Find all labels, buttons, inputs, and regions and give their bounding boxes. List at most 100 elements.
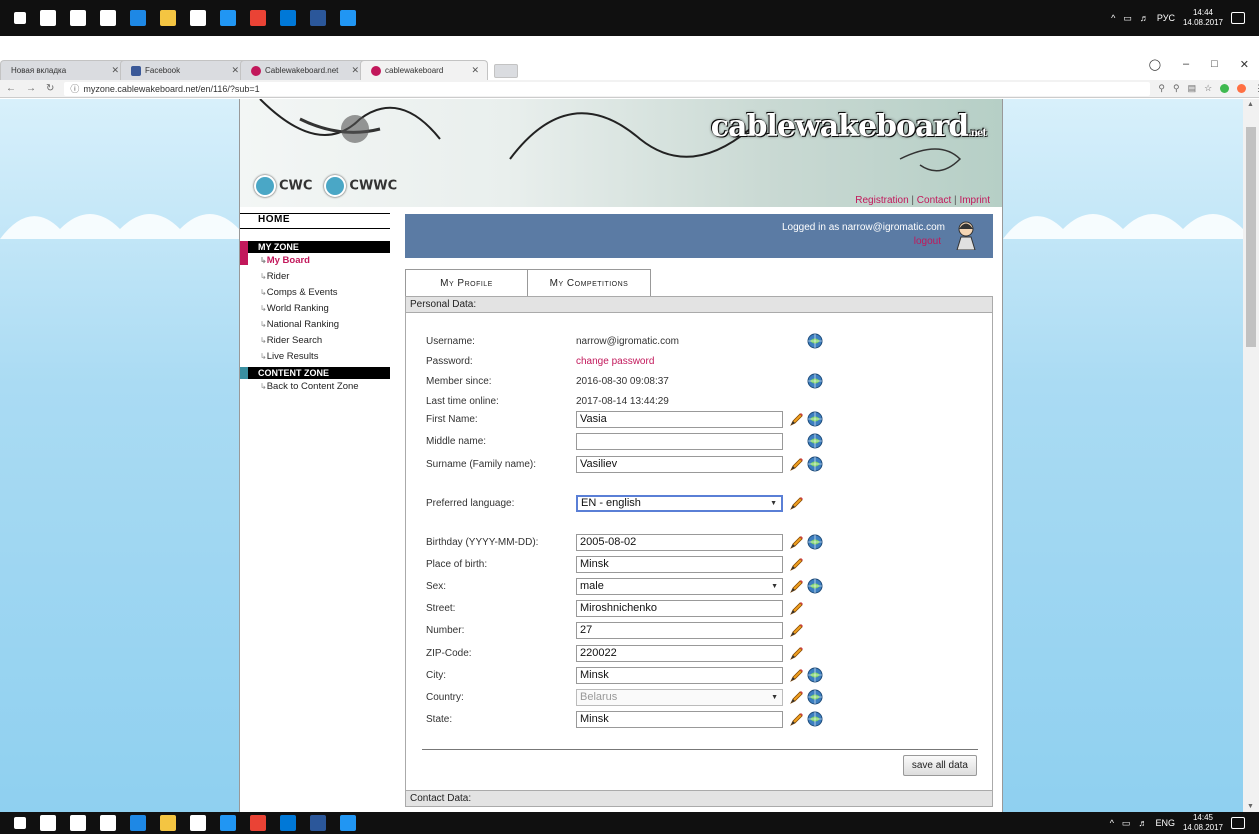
network-icon[interactable]: ▭ <box>1123 13 1132 24</box>
tray-chevron-icon[interactable]: ^ <box>1110 818 1114 828</box>
taskbar-app-icon[interactable] <box>100 10 116 26</box>
taskbar-app-icon[interactable] <box>130 10 146 26</box>
maximize-icon[interactable]: □ <box>1211 58 1218 71</box>
forward-arrow-icon[interactable]: → <box>26 83 36 94</box>
page-scrollbar[interactable]: ▲ ▼ <box>1243 99 1259 812</box>
taskbar-app-icon[interactable] <box>70 10 86 26</box>
cwc-logo[interactable]: CWC <box>254 175 312 197</box>
edit-pencil-icon[interactable] <box>789 556 805 572</box>
taskbar-app-icon[interactable] <box>220 10 236 26</box>
taskbar-app-icon[interactable] <box>160 10 176 26</box>
field-input[interactable]: Vasia <box>576 410 783 428</box>
globe-visibility-icon[interactable] <box>807 456 823 472</box>
tab-close-icon[interactable]: ✕ <box>351 65 359 76</box>
browser-tab[interactable]: cablewakeboard ✕ <box>360 60 488 80</box>
field-select[interactable]: EN - english ▼ <box>576 494 783 512</box>
field-input[interactable]: 27 <box>576 621 783 639</box>
tab-close-icon[interactable]: ✕ <box>111 65 119 76</box>
nav-item-live-results[interactable]: Live Results <box>240 349 390 365</box>
windows-start-icon[interactable] <box>14 817 26 829</box>
taskbar-app-icon[interactable] <box>100 815 116 831</box>
field-input[interactable] <box>576 432 783 450</box>
edit-pencil-icon[interactable] <box>789 495 805 511</box>
key-icon[interactable]: ⚲ <box>1173 83 1180 94</box>
browser-tab[interactable]: Facebook ✕ <box>120 60 248 80</box>
tray-language[interactable]: РУС <box>1157 13 1175 23</box>
globe-visibility-icon[interactable] <box>807 411 823 427</box>
cwwc-logo[interactable]: CWWC <box>324 175 397 197</box>
taskbar-app-icon[interactable] <box>310 10 326 26</box>
tray-chevron-icon[interactable]: ^ <box>1111 13 1115 23</box>
reload-icon[interactable]: ↻ <box>46 83 54 94</box>
field-input[interactable]: 2005-08-02 <box>576 533 783 551</box>
nav-item-national-ranking[interactable]: National Ranking <box>240 317 390 333</box>
taskbar-app-icon[interactable] <box>40 10 56 26</box>
edit-pencil-icon[interactable] <box>789 711 805 727</box>
taskbar-app-icon[interactable] <box>310 815 326 831</box>
registration-link[interactable]: Registration <box>855 195 908 206</box>
nav-my-zone[interactable]: MY ZONE <box>240 241 390 265</box>
globe-visibility-icon[interactable] <box>807 534 823 550</box>
edit-pencil-icon[interactable] <box>789 578 805 594</box>
field-input[interactable]: Miroshnichenko <box>576 599 783 617</box>
edit-pencil-icon[interactable] <box>789 600 805 616</box>
volume-icon[interactable]: ♬ <box>1140 13 1149 23</box>
nav-item-rider-search[interactable]: Rider Search <box>240 333 390 349</box>
volume-icon[interactable]: ♬ <box>1138 818 1147 828</box>
taskbar-app-icon[interactable] <box>340 10 356 26</box>
nav-item-world-ranking[interactable]: World Ranking <box>240 301 390 317</box>
change-password-link[interactable]: change password <box>576 356 654 367</box>
nav-item-rider[interactable]: Rider <box>240 269 390 285</box>
edit-pencil-icon[interactable] <box>789 456 805 472</box>
bookmark-star-icon[interactable]: ☆ <box>1204 83 1212 94</box>
info-icon[interactable]: ⓘ <box>70 82 79 95</box>
taskbar-app-icon[interactable] <box>280 10 296 26</box>
taskbar-app-icon[interactable] <box>250 10 266 26</box>
save-all-data-button[interactable]: save all data <box>902 755 977 776</box>
nav-item-back-to-content-zone[interactable]: Back to Content Zone <box>240 379 390 395</box>
new-tab-button[interactable] <box>494 64 518 78</box>
nav-content-zone[interactable]: CONTENT ZONE <box>240 367 390 379</box>
globe-visibility-icon[interactable] <box>807 711 823 727</box>
edit-pencil-icon[interactable] <box>789 667 805 683</box>
back-arrow-icon[interactable]: ← <box>6 83 16 94</box>
taskbar-app-icon[interactable] <box>130 815 146 831</box>
edit-pencil-icon[interactable] <box>789 534 805 550</box>
taskbar-app-icon[interactable] <box>40 815 56 831</box>
taskbar-app-icon[interactable] <box>70 815 86 831</box>
logout-link[interactable]: logout <box>914 236 941 247</box>
taskbar-app-icon[interactable] <box>250 815 266 831</box>
edit-pencil-icon[interactable] <box>789 622 805 638</box>
taskbar-app-icon[interactable] <box>220 815 236 831</box>
zoom-icon[interactable]: ⚲ <box>1158 83 1165 94</box>
windows-start-icon[interactable] <box>14 12 26 24</box>
field-input[interactable]: Minsk <box>576 666 783 684</box>
tray-language[interactable]: ENG <box>1155 818 1175 828</box>
edit-pencil-icon[interactable] <box>789 689 805 705</box>
tab-close-icon[interactable]: ✕ <box>471 65 479 76</box>
taskbar-app-icon[interactable] <box>340 815 356 831</box>
field-input[interactable]: Minsk <box>576 555 783 573</box>
taskbar-app-icon[interactable] <box>190 815 206 831</box>
globe-visibility-icon[interactable] <box>807 333 823 349</box>
field-select[interactable]: male ▼ <box>576 577 783 595</box>
field-input[interactable]: Vasiliev <box>576 455 783 473</box>
notification-icon[interactable] <box>1231 12 1245 24</box>
tab-my-competitions[interactable]: My Competitions <box>528 269 651 296</box>
notification-icon[interactable] <box>1231 817 1245 829</box>
globe-visibility-icon[interactable] <box>807 373 823 389</box>
translate-icon[interactable]: ▤ <box>1188 83 1197 94</box>
globe-visibility-icon[interactable] <box>807 689 823 705</box>
field-input[interactable]: 220022 <box>576 644 783 662</box>
edit-pencil-icon[interactable] <box>789 411 805 427</box>
nav-home[interactable]: HOME <box>240 213 390 229</box>
taskbar-app-icon[interactable] <box>160 815 176 831</box>
globe-visibility-icon[interactable] <box>807 667 823 683</box>
nav-item-my-board[interactable]: My Board <box>240 253 390 269</box>
contact-link[interactable]: Contact <box>917 195 951 206</box>
extension-icon[interactable] <box>1237 84 1247 93</box>
imprint-link[interactable]: Imprint <box>959 195 990 206</box>
tray-clock[interactable]: 14:44 14.08.2017 <box>1183 8 1223 28</box>
scroll-up-icon[interactable]: ▲ <box>1247 101 1254 108</box>
browser-tab[interactable]: Cablewakeboard.net ✕ <box>240 60 368 80</box>
